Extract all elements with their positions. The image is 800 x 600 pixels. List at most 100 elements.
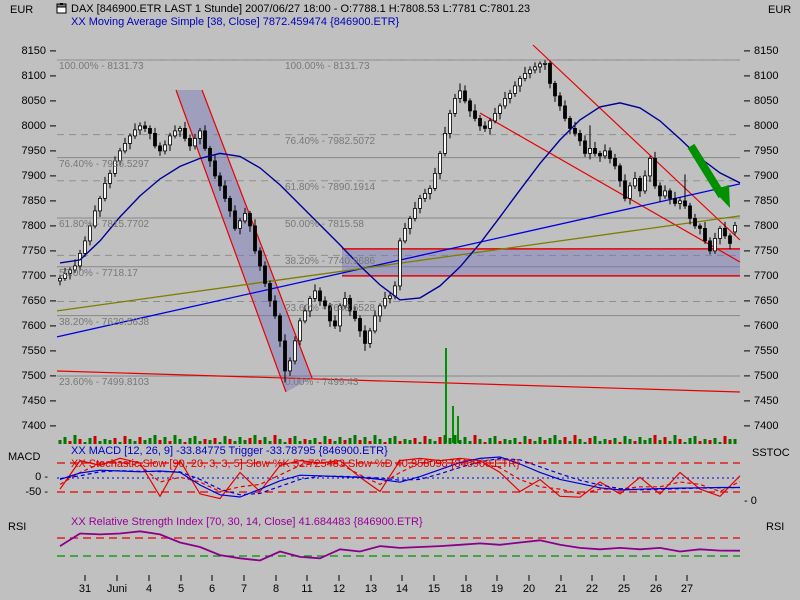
candle-body (149, 128, 152, 133)
candle-body (559, 96, 562, 106)
currency-label-left: EUR (10, 4, 33, 16)
candle-body (429, 188, 432, 193)
candle-body (609, 151, 612, 159)
candle-body (669, 191, 672, 199)
candle-body (644, 176, 647, 191)
volume-bar (104, 439, 107, 444)
y-axis-label-left: 7900 (2, 171, 46, 182)
candle-body (314, 291, 317, 299)
volume-bar (454, 435, 457, 444)
volume-bar (339, 437, 342, 444)
candle-body (504, 98, 507, 106)
volume-bar (709, 440, 712, 444)
candle-body (299, 321, 302, 341)
volume-bar (589, 438, 592, 444)
volume-bar (729, 439, 732, 444)
x-axis-label: 11 (301, 584, 312, 595)
volume-bar (609, 440, 612, 444)
y-axis-label-right: 7950 (754, 146, 778, 157)
volume-bar (269, 441, 272, 444)
volume-bar (129, 439, 132, 444)
volume-bar (404, 439, 407, 444)
y-axis-label-right: 8100 (754, 71, 778, 82)
red-trendline[interactable] (533, 45, 740, 240)
volume-bar (519, 442, 522, 444)
volume-bar (479, 439, 482, 444)
candle-body (254, 226, 257, 251)
volume-bar (734, 439, 737, 444)
volume-bar (624, 436, 627, 444)
red-trendline[interactable] (57, 371, 740, 392)
volume-bar (154, 435, 157, 444)
volume-bar (409, 440, 412, 444)
volume-bar (139, 437, 142, 444)
y-axis-label-right: 8000 (754, 121, 778, 132)
volume-bar (239, 437, 242, 444)
candle-body (294, 341, 297, 361)
currency-label-right: EUR (768, 4, 791, 16)
volume-bar (204, 439, 207, 444)
volume-bar (534, 441, 537, 444)
volume-bar (369, 441, 372, 444)
volume-bar (264, 437, 267, 444)
candle-body (704, 228, 707, 241)
volume-bar (119, 442, 122, 444)
chart-canvas[interactable] (0, 0, 800, 600)
red-trendline[interactable] (480, 113, 740, 262)
moving-average-legend: XX Moving Average Simple [38, Close] 787… (71, 16, 399, 28)
volume-bar (159, 440, 162, 444)
candle-body (509, 93, 512, 98)
volume-bar (604, 439, 607, 444)
candle-body (564, 106, 567, 119)
x-axis-label: 5 (178, 584, 184, 595)
candle-body (169, 136, 172, 145)
volume-bar (389, 438, 392, 444)
volume-bar (569, 441, 572, 444)
candle-body (619, 166, 622, 181)
volume-bar (309, 440, 312, 444)
candle-body (224, 186, 227, 199)
candle-body (214, 161, 217, 176)
candle-body (204, 131, 207, 149)
candle-body (259, 251, 262, 266)
x-axis-label: 7 (241, 584, 247, 595)
candle-body (654, 158, 657, 186)
volume-bar (314, 438, 317, 444)
candle-body (629, 186, 632, 199)
volume-bar (274, 435, 277, 444)
x-axis-label: 18 (460, 584, 472, 595)
volume-bar (434, 441, 437, 444)
volume-bar (74, 435, 77, 444)
candle-body (384, 298, 387, 306)
fib-level-label: 100.00% - 8131.73 (59, 62, 144, 72)
y-axis-label-left: 8100 (2, 71, 46, 82)
candle-body (649, 158, 652, 176)
volume-bar (94, 436, 97, 444)
candle-body (274, 301, 277, 316)
candle-body (579, 133, 582, 141)
red-trendline[interactable] (202, 90, 312, 378)
candle-body (639, 178, 642, 191)
volume-bar (149, 438, 152, 444)
candle-body (479, 118, 482, 126)
candle-body (569, 118, 572, 128)
volume-bar (549, 438, 552, 444)
volume-bar (219, 442, 222, 444)
x-axis-label: 27 (681, 584, 693, 595)
fib-level-label: 23.60% - 7499.8103 (59, 378, 149, 388)
candle-body (359, 318, 362, 331)
x-axis-label: 25 (618, 584, 630, 595)
volume-bar (319, 442, 322, 444)
chart-window-icon[interactable] (56, 3, 68, 15)
candle-body (689, 206, 692, 219)
candle-body (539, 64, 542, 67)
candle-body (444, 133, 447, 153)
candle-body (249, 213, 252, 226)
candle-body (164, 145, 167, 151)
volume-bar (674, 435, 677, 444)
volume-bar (649, 438, 652, 444)
volume-bar (64, 437, 67, 444)
candle-body (154, 133, 157, 146)
volume-bar (169, 441, 172, 444)
red-trendline[interactable] (176, 90, 286, 392)
